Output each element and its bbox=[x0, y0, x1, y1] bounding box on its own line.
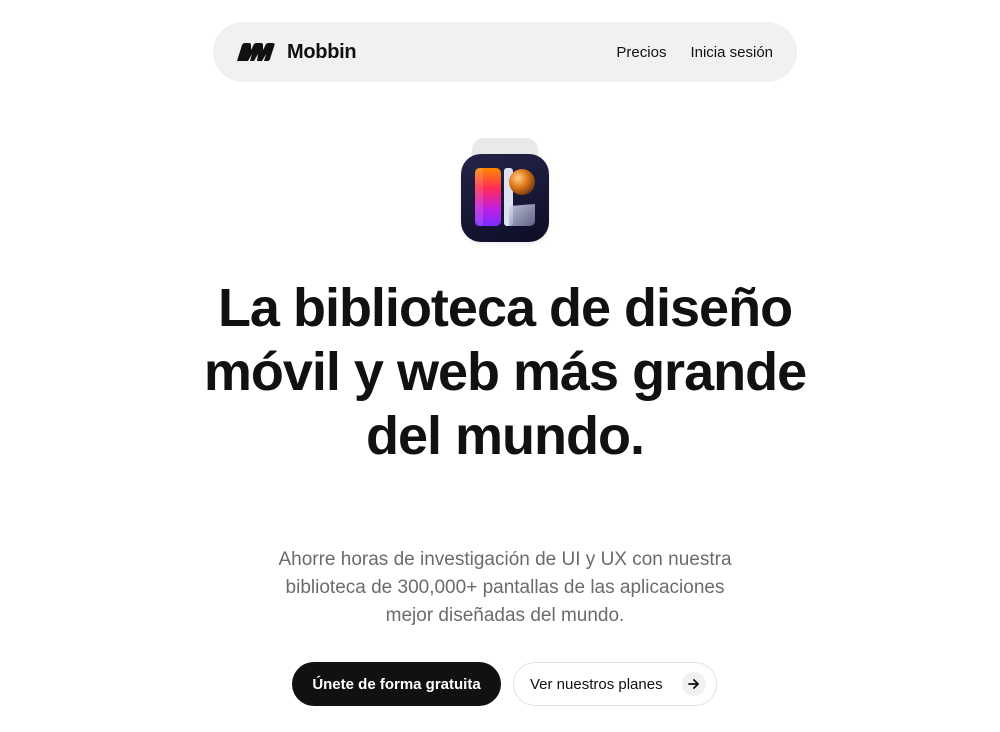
join-free-button[interactable]: Únete de forma gratuita bbox=[292, 662, 501, 706]
view-plans-button[interactable]: Ver nuestros planes bbox=[513, 662, 717, 706]
nav-links: Precios Inicia sesión bbox=[616, 44, 773, 61]
landing-page: Mobbin Precios Inicia sesión La bibliote… bbox=[0, 0, 1000, 732]
app-icon-stack bbox=[460, 136, 550, 244]
brand-name: Mobbin bbox=[287, 40, 357, 63]
top-nav: Mobbin Precios Inicia sesión bbox=[213, 22, 797, 82]
nav-link-login[interactable]: Inicia sesión bbox=[690, 44, 773, 61]
arrow-right-icon bbox=[682, 672, 706, 696]
hero-subtitle: Ahorre horas de investigación de UI y UX… bbox=[278, 549, 732, 626]
mobbin-logo-icon bbox=[237, 43, 275, 61]
cta-row: Únete de forma gratuita Ver nuestros pla… bbox=[292, 662, 717, 706]
app-icon-graphic bbox=[475, 168, 535, 226]
brand-home-link[interactable]: Mobbin bbox=[237, 40, 357, 64]
hero-headline: La biblioteca de diseño móvil y web más … bbox=[203, 278, 807, 466]
view-plans-label: Ver nuestros planes bbox=[530, 675, 663, 693]
app-icon bbox=[461, 154, 549, 242]
nav-link-pricing[interactable]: Precios bbox=[616, 44, 666, 61]
